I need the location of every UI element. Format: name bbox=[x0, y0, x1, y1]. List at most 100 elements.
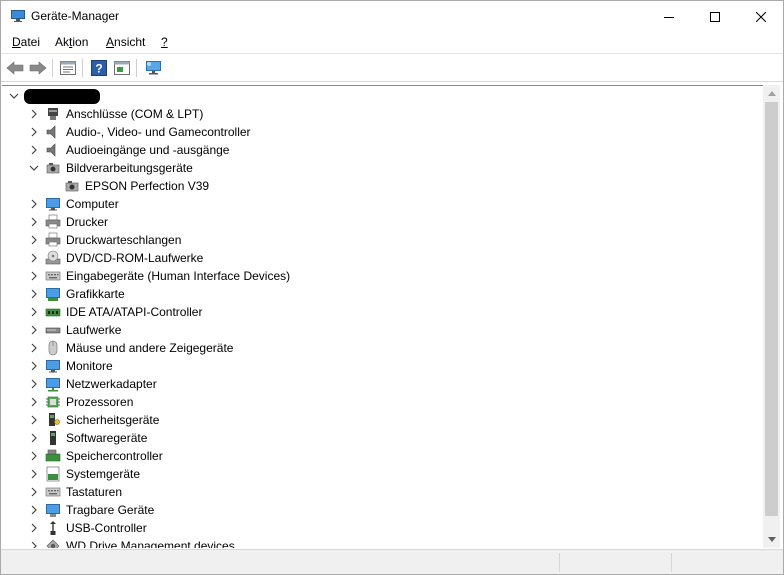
tree-category-label: Anschlüsse (COM & LPT) bbox=[66, 107, 204, 121]
toolbar-separator bbox=[136, 59, 137, 77]
scroll-up-button[interactable] bbox=[763, 85, 780, 102]
tree-category-row[interactable]: DVD/CD-ROM-Laufwerke bbox=[2, 249, 763, 267]
chevron-right-icon bbox=[31, 415, 37, 425]
action-pane-icon bbox=[114, 61, 130, 75]
tree-expander[interactable] bbox=[29, 397, 39, 407]
forward-arrow-icon bbox=[29, 61, 47, 75]
tree-expander[interactable] bbox=[29, 343, 39, 353]
device-tree[interactable]: Anschlüsse (COM & LPT) Audio-, Video- und… bbox=[2, 85, 763, 548]
tree-expander[interactable] bbox=[29, 541, 39, 548]
tree-expander[interactable] bbox=[29, 451, 39, 461]
printer-icon bbox=[45, 232, 61, 248]
processor-icon bbox=[45, 394, 61, 410]
status-pane-3 bbox=[671, 553, 783, 572]
menu-datei[interactable]: Datei bbox=[10, 35, 42, 49]
back-button[interactable] bbox=[5, 58, 25, 78]
tree-device-row[interactable]: EPSON Perfection V39 bbox=[2, 177, 763, 195]
tree-expander[interactable] bbox=[29, 415, 39, 425]
tree-expander[interactable] bbox=[29, 253, 39, 263]
minimize-button[interactable] bbox=[646, 1, 692, 32]
svg-text:?: ? bbox=[95, 62, 102, 76]
tree-expander[interactable] bbox=[29, 235, 39, 245]
tree-category-row[interactable]: Prozessoren bbox=[2, 393, 763, 411]
tree-expander[interactable] bbox=[29, 163, 39, 173]
scroll-thumb[interactable] bbox=[765, 102, 778, 516]
tree-category-label: Eingabegeräte (Human Interface Devices) bbox=[66, 269, 291, 283]
tree-expander[interactable] bbox=[29, 361, 39, 371]
tree-expander[interactable] bbox=[29, 271, 39, 281]
menu-help[interactable]: ? bbox=[159, 35, 170, 49]
action-pane-button[interactable] bbox=[112, 58, 132, 78]
scan-hardware-button[interactable] bbox=[144, 58, 164, 78]
tree-expander[interactable] bbox=[29, 487, 39, 497]
tree-expander[interactable] bbox=[29, 523, 39, 533]
tree-expander[interactable] bbox=[29, 217, 39, 227]
tree-expander[interactable] bbox=[29, 109, 39, 119]
tree-expander[interactable] bbox=[29, 505, 39, 515]
help-button[interactable]: ? bbox=[89, 58, 109, 78]
chevron-right-icon bbox=[31, 217, 37, 227]
close-button[interactable] bbox=[738, 1, 784, 32]
tree-expander[interactable] bbox=[29, 127, 39, 137]
tree-device-label: EPSON Perfection V39 bbox=[85, 179, 210, 193]
tree-category-row[interactable]: Monitore bbox=[2, 357, 763, 375]
tree-expander[interactable] bbox=[29, 199, 39, 209]
menu-aktion[interactable]: Aktion bbox=[53, 35, 90, 49]
tree-category-row[interactable]: Grafikkarte bbox=[2, 285, 763, 303]
tree-category-row[interactable]: Audio-, Video- und Gamecontroller bbox=[2, 123, 763, 141]
tree-category-row[interactable]: Eingabegeräte (Human Interface Devices) bbox=[2, 267, 763, 285]
tree-category-row[interactable]: Laufwerke bbox=[2, 321, 763, 339]
tree-category-row[interactable]: USB-Controller bbox=[2, 519, 763, 537]
chevron-right-icon bbox=[31, 397, 37, 407]
tree-expander[interactable] bbox=[29, 325, 39, 335]
printer-icon bbox=[45, 214, 61, 230]
device-manager-app-icon bbox=[11, 10, 25, 22]
usb-icon bbox=[45, 520, 61, 536]
tree-category-row[interactable]: Tragbare Geräte bbox=[2, 501, 763, 519]
speaker-icon bbox=[45, 124, 61, 140]
chevron-right-icon bbox=[31, 451, 37, 461]
tree-category-row[interactable]: WD Drive Management devices bbox=[2, 537, 763, 548]
tree-expander[interactable] bbox=[29, 289, 39, 299]
tree-root-row[interactable] bbox=[2, 87, 763, 105]
tree-category-label: USB-Controller bbox=[66, 521, 147, 535]
tree-category-row[interactable]: Computer bbox=[2, 195, 763, 213]
tree-expander[interactable] bbox=[29, 469, 39, 479]
tree-expander[interactable] bbox=[29, 379, 39, 389]
chevron-right-icon bbox=[31, 289, 37, 299]
tree-category-row[interactable]: Drucker bbox=[2, 213, 763, 231]
tree-category-label: Softwaregeräte bbox=[66, 431, 148, 445]
tree-category-row[interactable]: Anschlüsse (COM & LPT) bbox=[2, 105, 763, 123]
chevron-right-icon bbox=[31, 505, 37, 515]
tree-category-label: Audioeingänge und -ausgänge bbox=[66, 143, 230, 157]
tree-category-row[interactable]: Systemgeräte bbox=[2, 465, 763, 483]
tree-category-row[interactable]: Mäuse und andere Zeigegeräte bbox=[2, 339, 763, 357]
tree-category-row[interactable]: Sicherheitsgeräte bbox=[2, 411, 763, 429]
tree-category-row[interactable]: Speichercontroller bbox=[2, 447, 763, 465]
system-device-icon bbox=[45, 466, 61, 482]
tree-root-expander[interactable] bbox=[9, 91, 19, 101]
tree-expander[interactable] bbox=[29, 307, 39, 317]
scroll-down-button[interactable] bbox=[763, 531, 780, 548]
tree-category-row[interactable]: Softwaregeräte bbox=[2, 429, 763, 447]
forward-button[interactable] bbox=[28, 58, 48, 78]
maximize-button[interactable] bbox=[692, 1, 738, 32]
chevron-right-icon bbox=[31, 109, 37, 119]
tree-category-row[interactable]: Druckwarteschlangen bbox=[2, 231, 763, 249]
monitor-icon bbox=[45, 358, 61, 374]
monitor-icon bbox=[45, 196, 61, 212]
tree-expander[interactable] bbox=[29, 433, 39, 443]
chevron-right-icon bbox=[31, 343, 37, 353]
tree-category-row[interactable]: Tastaturen bbox=[2, 483, 763, 501]
properties-button[interactable] bbox=[58, 58, 78, 78]
vertical-scrollbar[interactable] bbox=[763, 85, 780, 548]
tree-category-row[interactable]: IDE ATA/ATAPI-Controller bbox=[2, 303, 763, 321]
tree-category-row[interactable]: Bildverarbeitungsgeräte bbox=[2, 159, 763, 177]
tree-category-row[interactable]: Netzwerkadapter bbox=[2, 375, 763, 393]
tree-expander[interactable] bbox=[29, 145, 39, 155]
ide-controller-icon bbox=[45, 304, 61, 320]
menu-ansicht[interactable]: Ansicht bbox=[104, 35, 147, 49]
tree-category-row[interactable]: Audioeingänge und -ausgänge bbox=[2, 141, 763, 159]
speaker-icon bbox=[45, 142, 61, 158]
title-bar[interactable]: Geräte-Manager bbox=[1, 1, 783, 32]
